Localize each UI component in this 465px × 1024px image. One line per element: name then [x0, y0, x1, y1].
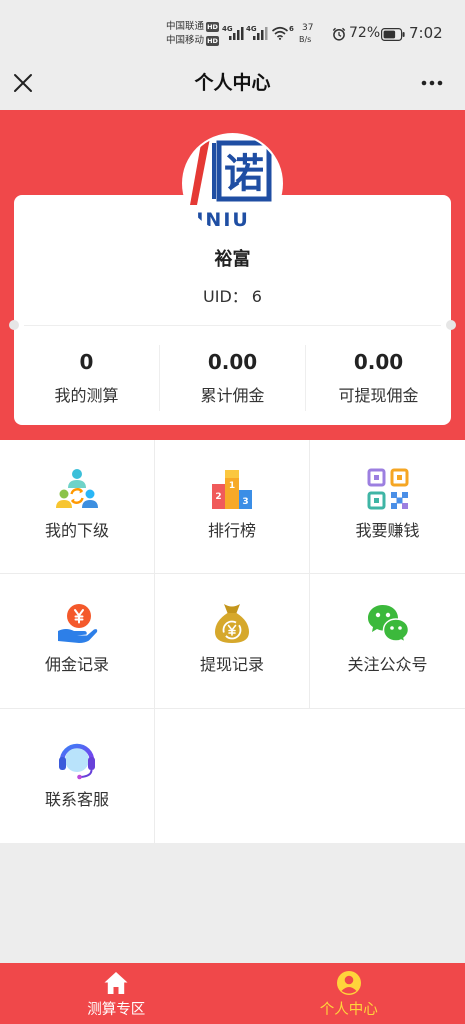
menu-item-customer-service[interactable]: 联系客服	[0, 709, 155, 843]
carrier-1-label: 中国联通	[166, 21, 205, 32]
menu-item-label: 联系客服	[44, 790, 109, 809]
menu-item-label: 关注公众号	[347, 655, 428, 674]
menu-grid: 我的下级 1 2 3 排行榜 我要赚钱 佣金记录 提现记录 关注公众号 联系客服	[0, 440, 465, 843]
page-title: 个人中心	[194, 72, 271, 94]
tab-label: 测算专区	[87, 1002, 146, 1018]
battery-percent: 72%	[349, 25, 381, 41]
carrier-2-label: 中国移动	[166, 35, 205, 46]
avatar-logo-glyph: 诺	[224, 151, 264, 197]
qr-code-icon	[367, 468, 408, 510]
tab-label: 个人中心	[319, 1002, 378, 1018]
card-notch-right	[446, 320, 456, 330]
team-icon	[56, 469, 98, 508]
menu-item-label: 我的下级	[44, 521, 109, 540]
menu-item-follow-official-account[interactable]: 关注公众号	[310, 574, 465, 709]
menu-item-earn-money[interactable]: 我要赚钱	[310, 440, 465, 574]
menu-item-label: 我要赚钱	[355, 521, 420, 540]
tab-calculation-zone[interactable]: 测算专区	[0, 963, 233, 1024]
wifi-6-badge: 6	[289, 25, 294, 33]
wifi-icon	[271, 26, 289, 40]
status-time: 7:02	[409, 24, 443, 42]
stat-label: 累计佣金	[200, 386, 265, 405]
stat-value: 0	[79, 350, 94, 374]
money-bag-icon	[215, 604, 249, 643]
home-icon	[104, 972, 128, 994]
customer-service-headset-icon	[59, 743, 95, 780]
wechat-icon	[367, 605, 409, 644]
uid-label: UID：	[203, 287, 248, 306]
stat-withdrawable-commission[interactable]: 0.00 可提现佣金	[305, 345, 451, 411]
menu-item-label: 佣金记录	[44, 655, 109, 674]
network-speed-value: 37	[302, 23, 314, 33]
hd-badge-2: HD	[206, 36, 219, 46]
ranking-podium-icon: 1 2 3	[212, 470, 252, 509]
stat-label: 可提现佣金	[338, 386, 419, 405]
user-name: 裕富	[214, 249, 251, 270]
stat-value: 0.00	[207, 350, 258, 374]
signal-icon	[229, 27, 244, 40]
card-notch-left	[9, 320, 19, 330]
menu-item-withdrawal-records[interactable]: 提现记录	[155, 574, 310, 709]
alarm-icon	[332, 27, 346, 41]
commission-coin-hand-icon	[58, 604, 98, 643]
stat-my-calculations[interactable]: 0 我的测算	[14, 345, 159, 411]
user-icon	[336, 971, 361, 995]
avatar-logo-image: 诺 UNIU	[184, 135, 281, 232]
rank-2-label: 2	[215, 492, 221, 502]
hd-badge-1: HD	[206, 22, 219, 32]
network-speed-unit: B/s	[299, 35, 312, 44]
stat-label: 我的测算	[54, 386, 119, 405]
rank-3-label: 3	[242, 497, 248, 507]
card-divider	[24, 325, 441, 326]
battery-icon	[381, 28, 405, 41]
stat-total-commission[interactable]: 0.00 累计佣金	[159, 345, 305, 411]
menu-item-my-subordinates[interactable]: 我的下级	[0, 440, 155, 574]
menu-item-commission-records[interactable]: 佣金记录	[0, 574, 155, 709]
bottom-tab-bar: 测算专区 个人中心	[0, 963, 465, 1024]
tab-personal-center[interactable]: 个人中心	[233, 963, 465, 1024]
avatar[interactable]: 诺 UNIU	[184, 135, 281, 232]
rank-1-label: 1	[229, 481, 235, 491]
stats-row: 0 我的测算 0.00 累计佣金 0.00 可提现佣金	[14, 345, 451, 411]
more-icon	[421, 80, 443, 86]
uid-value: 6	[251, 287, 262, 306]
user-uid: UID： 6	[14, 286, 451, 308]
menu-item-ranking[interactable]: 1 2 3 排行榜	[155, 440, 310, 574]
status-bar: 中国联通 HD 中国移动 HD 4G 4G 6 37 B/s 72% 7:02	[0, 0, 465, 55]
stat-value: 0.00	[353, 350, 404, 374]
signal-icon	[253, 27, 268, 40]
menu-item-label: 排行榜	[207, 521, 256, 540]
menu-item-label: 提现记录	[199, 655, 264, 674]
nav-bar: 个人中心	[0, 55, 465, 110]
more-button[interactable]	[417, 68, 447, 98]
